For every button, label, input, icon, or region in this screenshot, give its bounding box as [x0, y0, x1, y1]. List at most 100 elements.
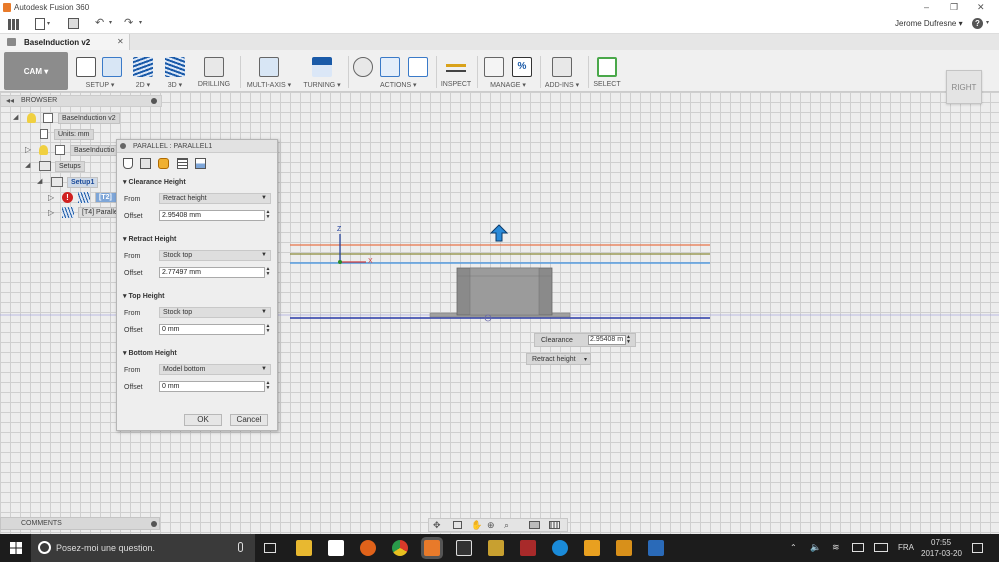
expand-component-icon[interactable]: ▷: [25, 146, 33, 154]
component-item[interactable]: BaseInductio: [70, 145, 118, 156]
expand-op-t4-icon[interactable]: ▷: [48, 209, 56, 217]
setup1-item[interactable]: Setup1: [67, 177, 99, 188]
acrobat-icon[interactable]: [584, 540, 600, 556]
bottom-from-select[interactable]: Model bottom ▼: [159, 364, 271, 375]
cancel-button[interactable]: Cancel: [230, 414, 268, 426]
actions-group[interactable]: ACTIONS ▾: [350, 50, 432, 92]
clock-date[interactable]: 2017-03-20: [921, 549, 962, 558]
workspace-switcher[interactable]: CAM ▾: [4, 52, 68, 90]
inspect-group[interactable]: INSPECT: [440, 50, 472, 92]
close-tab-button[interactable]: ✕: [117, 37, 124, 46]
dialog-header[interactable]: PARALLEL : PARALLEL1: [117, 140, 277, 153]
user-menu[interactable]: Jerome Dufresne ▾: [895, 19, 963, 28]
grid-settings-icon[interactable]: [549, 521, 560, 529]
top-offset-input[interactable]: 0 mm: [159, 324, 265, 335]
3d-group[interactable]: 3D ▾: [162, 50, 188, 92]
inkscape-icon[interactable]: [456, 540, 472, 556]
collapse-browser-icon[interactable]: ◂◂: [6, 96, 14, 106]
pan-icon[interactable]: ✋: [471, 520, 482, 531]
ok-button[interactable]: OK: [184, 414, 222, 426]
add-ins-group[interactable]: ADD-INS ▾: [542, 50, 582, 92]
task-view-icon[interactable]: [264, 543, 276, 553]
retract-from-select[interactable]: Stock top ▼: [159, 250, 271, 261]
redo-arrow-icon[interactable]: ▾: [139, 19, 142, 26]
language-indicator[interactable]: FRA: [898, 543, 914, 552]
microphone-icon[interactable]: [238, 542, 243, 552]
comments-panel[interactable]: COMMENTS: [0, 517, 160, 530]
app-grid-icon[interactable]: [8, 19, 19, 30]
close-window-button[interactable]: ✕: [977, 2, 985, 13]
lightbulb-icon[interactable]: [27, 113, 36, 123]
keyboard-icon[interactable]: [874, 543, 888, 552]
minimize-button[interactable]: –: [924, 2, 929, 12]
expand-root-icon[interactable]: ◢: [13, 114, 21, 122]
notification-center-icon[interactable]: [852, 543, 864, 552]
linking-tab-icon[interactable]: [195, 158, 206, 169]
viewcube[interactable]: RIGHT: [946, 70, 982, 104]
select-group[interactable]: SELECT: [590, 50, 624, 92]
undo-arrow-icon[interactable]: ▾: [109, 19, 112, 26]
start-button-icon[interactable]: [10, 542, 22, 554]
app-icon[interactable]: [488, 540, 504, 556]
zoom-icon[interactable]: ⊕: [487, 520, 495, 531]
help-icon[interactable]: ?: [972, 18, 983, 29]
bottom-offset-input[interactable]: 0 mm: [159, 381, 265, 392]
section-bottom-height[interactable]: ▾ Bottom Height: [123, 349, 177, 357]
2d-group[interactable]: 2D ▾: [130, 50, 156, 92]
file-explorer-icon[interactable]: [296, 540, 312, 556]
action-center-icon[interactable]: [972, 543, 983, 553]
geometry-tab-icon[interactable]: [140, 158, 151, 169]
setups-item[interactable]: Setups: [55, 161, 85, 172]
chevron-up-icon[interactable]: ⌃: [790, 543, 797, 552]
drilling-group[interactable]: DRILLING: [196, 50, 232, 92]
file-icon[interactable]: [35, 18, 45, 30]
expand-setup1-icon[interactable]: ◢: [37, 178, 45, 186]
file-menu-arrow-icon[interactable]: ▾: [47, 20, 50, 27]
section-retract-height[interactable]: ▾ Retract Height: [123, 235, 176, 243]
tool-tab-icon[interactable]: [123, 158, 133, 169]
look-at-icon[interactable]: [453, 521, 462, 529]
passes-tab-icon[interactable]: [177, 158, 188, 169]
app-icon[interactable]: [520, 540, 536, 556]
expand-op-t2-icon[interactable]: ▷: [48, 194, 56, 202]
wifi-icon[interactable]: ≋: [832, 542, 840, 553]
clearance-value-input[interactable]: 2.95408 m: [588, 335, 626, 345]
search-box[interactable]: Posez-moi une question.: [31, 534, 255, 562]
clearance-from-select[interactable]: Retract height ▼: [159, 193, 271, 204]
top-offset-spinner[interactable]: ▲ ▼: [265, 324, 271, 335]
op-t4-item[interactable]: [T4] Paralle: [78, 207, 118, 218]
retract-offset-spinner[interactable]: ▲ ▼: [265, 267, 271, 278]
clearance-offset-input[interactable]: 2.95408 mm: [159, 210, 265, 221]
browser-pin-icon[interactable]: [151, 98, 157, 104]
section-top-height[interactable]: ▾ Top Height: [123, 292, 165, 300]
skype-icon[interactable]: [552, 540, 568, 556]
display-settings-icon[interactable]: [529, 521, 540, 529]
bottom-offset-spinner[interactable]: ▲ ▼: [265, 381, 271, 392]
comments-pin-icon[interactable]: [151, 521, 157, 527]
turning-group[interactable]: TURNING ▾: [300, 50, 344, 92]
units-item[interactable]: Units: mm: [54, 129, 94, 140]
restore-button[interactable]: ❐: [950, 2, 958, 13]
redo-icon[interactable]: ↷: [124, 16, 133, 29]
app-icon[interactable]: [616, 540, 632, 556]
store-icon[interactable]: [328, 540, 344, 556]
heights-tab-icon[interactable]: [158, 158, 169, 169]
setup-group[interactable]: SETUP ▾: [72, 50, 128, 92]
clearance-offset-spinner[interactable]: ▲ ▼: [265, 210, 271, 221]
op-t2-item[interactable]: [T2]: [95, 192, 117, 203]
chrome-icon[interactable]: [392, 540, 408, 556]
firefox-icon[interactable]: [360, 540, 376, 556]
expand-setups-icon[interactable]: ◢: [25, 162, 33, 170]
top-from-select[interactable]: Stock top ▼: [159, 307, 271, 318]
help-arrow-icon[interactable]: ▾: [986, 19, 989, 26]
fit-icon[interactable]: ⌕: [504, 520, 509, 531]
undo-icon[interactable]: ↶: [95, 16, 104, 29]
lightbulb-icon[interactable]: [39, 145, 48, 155]
retract-offset-input[interactable]: 2.77497 mm: [159, 267, 265, 278]
browser-root-item[interactable]: BaseInduction v2: [58, 113, 120, 124]
document-tab[interactable]: BaseInduction v2 ✕: [0, 34, 130, 50]
volume-icon[interactable]: 🔈: [810, 542, 821, 553]
app-icon[interactable]: [648, 540, 664, 556]
section-clearance-height[interactable]: ▾ Clearance Height: [123, 178, 186, 186]
browser-header[interactable]: ◂◂ BROWSER: [0, 95, 162, 107]
